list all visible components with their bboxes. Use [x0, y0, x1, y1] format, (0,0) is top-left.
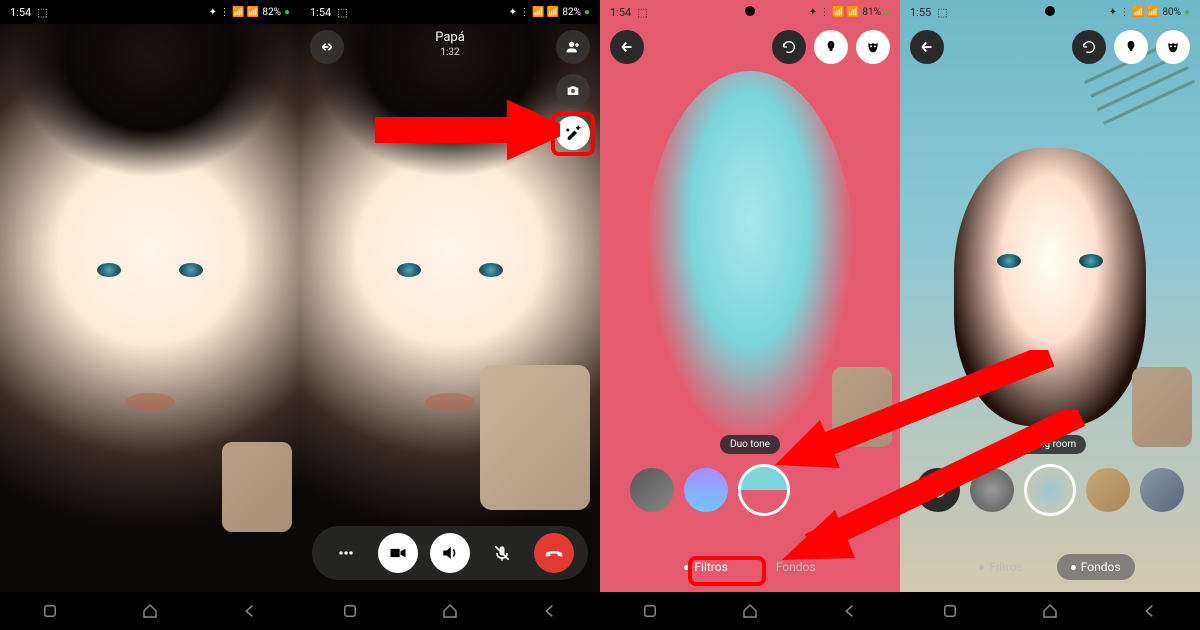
bg-swatch[interactable]	[1140, 468, 1184, 512]
mute-button[interactable]	[482, 533, 522, 573]
status-icons: ✦ ⋮ 📶 📶	[1109, 7, 1160, 18]
status-time: 1:54	[310, 6, 331, 19]
minimize-button[interactable]	[310, 30, 344, 64]
status-battery: 82%	[562, 7, 581, 18]
status-dot: ●	[584, 7, 590, 18]
mask-button[interactable]	[1156, 30, 1190, 64]
nav-home-icon[interactable]	[1041, 602, 1059, 620]
filter-swatch[interactable]	[684, 468, 728, 512]
bg-swatch[interactable]	[1086, 468, 1130, 512]
status-battery: 81%	[862, 7, 881, 18]
status-battery: 80%	[1162, 7, 1181, 18]
status-rec-icon: ⬚	[937, 6, 947, 19]
speaker-button[interactable]	[430, 533, 470, 573]
system-nav-bar	[600, 592, 900, 630]
system-nav-bar	[900, 592, 1200, 630]
status-icons: ✦ ⋮ 📶 📶	[209, 7, 260, 18]
add-person-button[interactable]	[556, 30, 590, 64]
reset-button[interactable]	[772, 30, 806, 64]
nav-home-icon[interactable]	[441, 602, 459, 620]
tutorial-arrow-to-tab	[770, 410, 1090, 570]
status-dot: ●	[284, 7, 290, 18]
self-video-pip[interactable]	[222, 442, 292, 532]
self-video-pip[interactable]	[1132, 367, 1192, 447]
status-rec-icon: ⬚	[637, 6, 647, 19]
contact-info: Papá 1:32	[435, 30, 465, 58]
status-dot: ●	[884, 7, 890, 18]
camera-notch	[445, 6, 455, 16]
switch-camera-button[interactable]	[556, 74, 590, 108]
reset-button[interactable]	[1072, 30, 1106, 64]
effects-header	[600, 30, 900, 64]
effects-header	[900, 30, 1200, 64]
filter-swatch[interactable]	[630, 468, 674, 512]
call-top-controls: Papá 1:32	[300, 30, 600, 64]
light-button[interactable]	[814, 30, 848, 64]
mask-button[interactable]	[856, 30, 890, 64]
back-button[interactable]	[910, 30, 944, 64]
nav-recents-icon[interactable]	[341, 602, 359, 620]
status-rec-icon: ⬚	[337, 6, 347, 19]
nav-recents-icon[interactable]	[941, 602, 959, 620]
status-time: 1:55	[910, 6, 931, 19]
screenshot-panel-2: 1:54 ⬚ ✦ ⋮ 📶 📶 82% ● Papá 1:32	[300, 0, 600, 630]
nav-back-icon[interactable]	[241, 602, 259, 620]
call-action-bar	[312, 526, 588, 580]
system-nav-bar	[300, 592, 600, 630]
nav-back-icon[interactable]	[1141, 602, 1159, 620]
video-area	[0, 24, 300, 592]
status-time: 1:54	[10, 6, 31, 19]
self-video-pip[interactable]	[480, 365, 590, 510]
system-nav-bar	[0, 592, 300, 630]
nav-back-icon[interactable]	[541, 602, 559, 620]
more-button[interactable]	[326, 533, 366, 573]
nav-recents-icon[interactable]	[641, 602, 659, 620]
camera-toggle-button[interactable]	[378, 533, 418, 573]
screenshot-panel-1: 1:54 ⬚ ✦ ⋮ 📶 📶 82% ●	[0, 0, 300, 630]
light-button[interactable]	[1114, 30, 1148, 64]
back-button[interactable]	[610, 30, 644, 64]
nav-recents-icon[interactable]	[41, 602, 59, 620]
status-battery: 82%	[262, 7, 281, 18]
call-duration: 1:32	[435, 47, 465, 58]
camera-notch	[1045, 6, 1055, 16]
status-rec-icon: ⬚	[37, 6, 47, 19]
status-time: 1:54	[610, 6, 631, 19]
nav-back-icon[interactable]	[841, 602, 859, 620]
status-dot: ●	[1184, 7, 1190, 18]
status-icons: ✦ ⋮ 📶 📶	[509, 7, 560, 18]
camera-notch	[745, 6, 755, 16]
status-icons: ✦ ⋮ 📶 📶	[809, 7, 860, 18]
nav-home-icon[interactable]	[741, 602, 759, 620]
camera-notch	[145, 6, 155, 16]
nav-home-icon[interactable]	[141, 602, 159, 620]
tutorial-highlight-filtros	[688, 556, 766, 586]
contact-name: Papá	[435, 30, 465, 45]
hangup-button[interactable]	[534, 533, 574, 573]
tutorial-arrow-to-effects	[370, 100, 560, 160]
